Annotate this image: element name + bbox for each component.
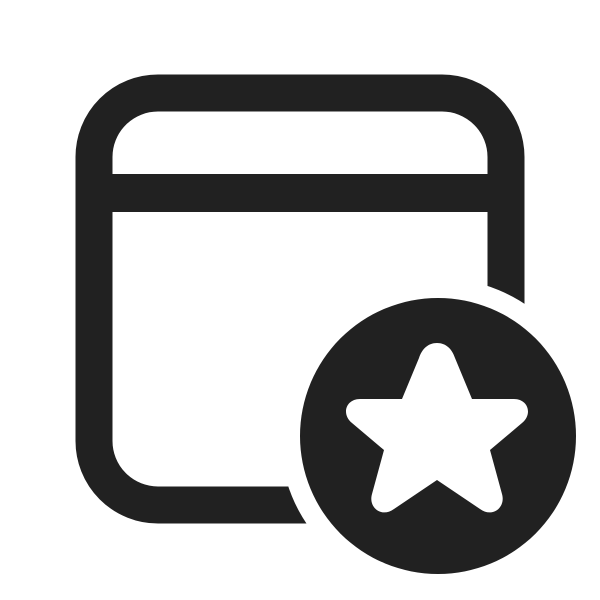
calendar-star-icon <box>75 74 576 574</box>
star-badge <box>300 298 576 574</box>
icon-canvas <box>0 0 600 600</box>
